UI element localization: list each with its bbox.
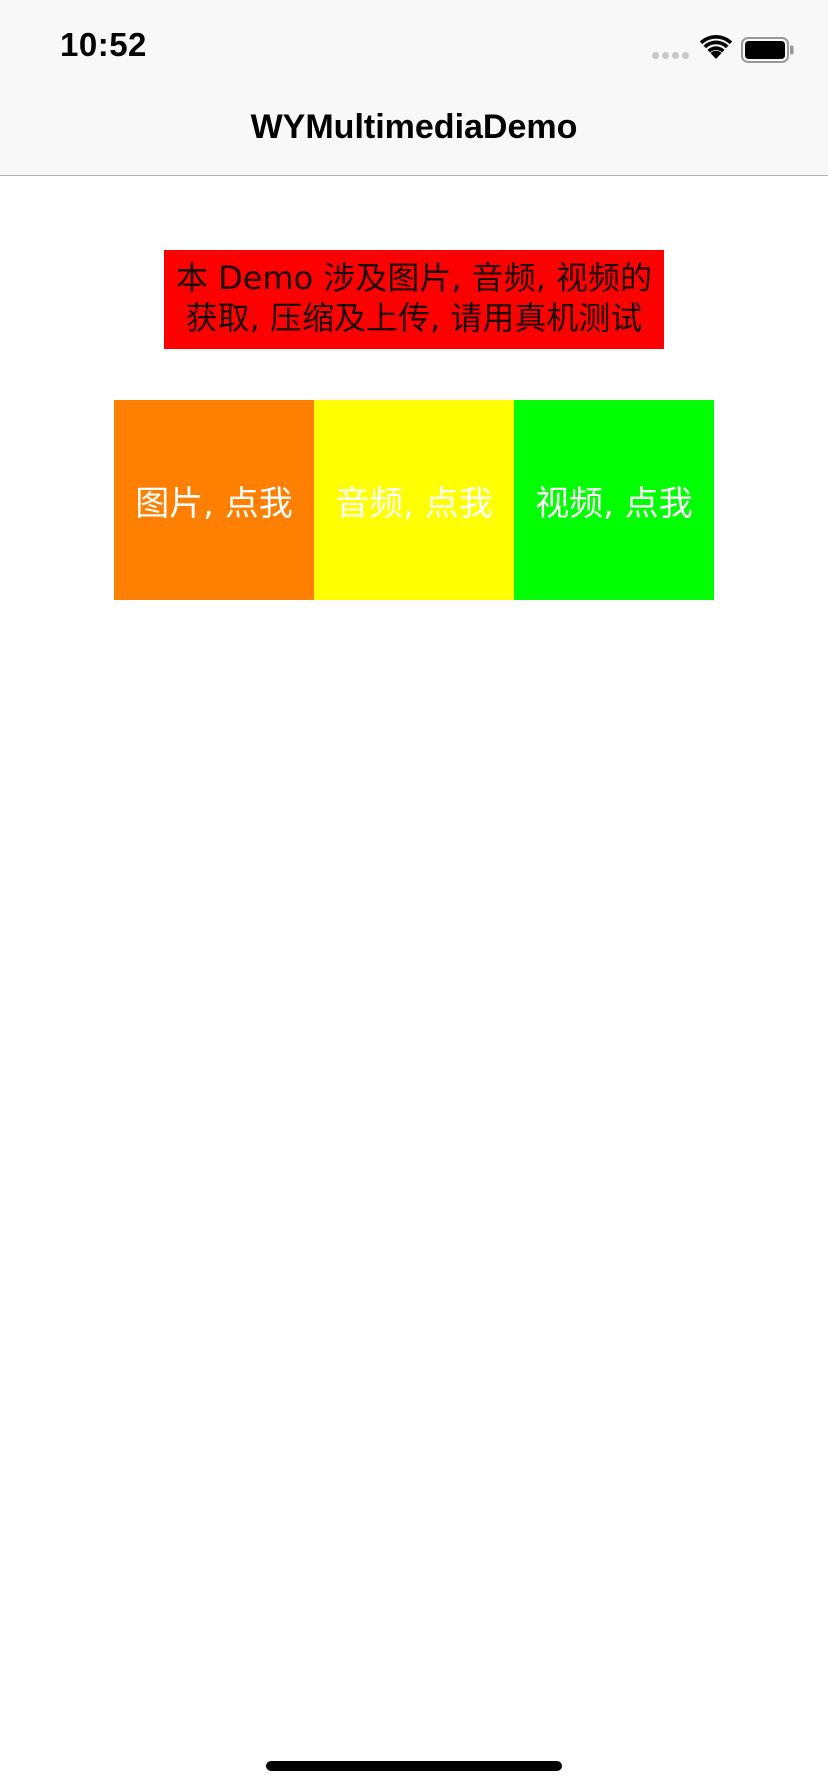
wifi-icon [699, 35, 733, 59]
notice-line-1: 本 Demo 涉及图片, 音频, 视频的 [175, 259, 653, 297]
battery-icon [741, 37, 794, 63]
home-indicator[interactable] [266, 1761, 562, 1771]
notice-line-2: 获取, 压缩及上传, 请用真机测试 [185, 299, 643, 337]
audio-button[interactable]: 音频, 点我 [314, 400, 514, 600]
status-time: 10:52 [60, 26, 147, 63]
video-button[interactable]: 视频, 点我 [514, 400, 714, 600]
navigation-bar: 10:52 WYMultimediaDemo [0, 0, 828, 176]
notice-label: 本 Demo 涉及图片, 音频, 视频的 获取, 压缩及上传, 请用真机测试 [164, 250, 664, 349]
media-button-row: 图片, 点我 音频, 点我 视频, 点我 [114, 400, 714, 600]
nav-title: WYMultimediaDemo [250, 108, 578, 146]
app-screen: 10:52 WYMultimediaDemo 本 Demo 涉及图片, 音频, … [0, 0, 828, 1792]
image-button[interactable]: 图片, 点我 [114, 400, 314, 600]
signal-dots-icon [652, 52, 692, 62]
